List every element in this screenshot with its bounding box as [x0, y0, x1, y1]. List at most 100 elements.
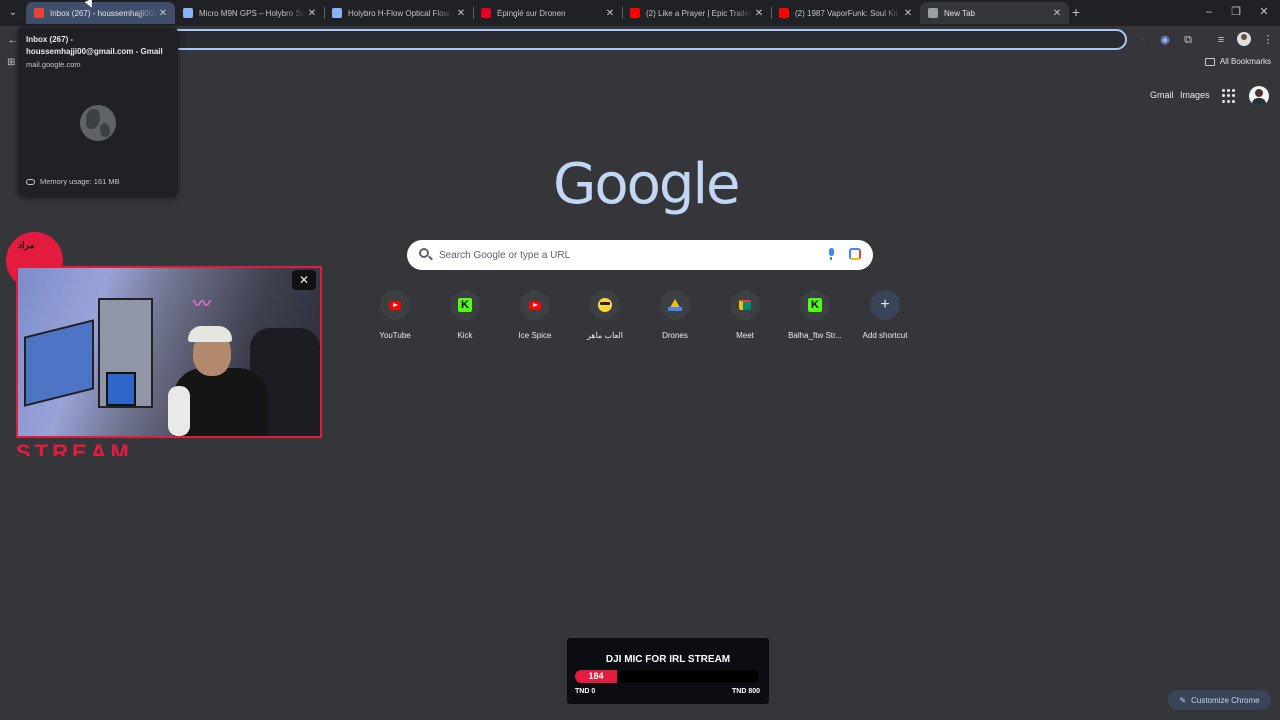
all-bookmarks-button[interactable]: All Bookmarks	[1204, 57, 1271, 66]
tab-close-icon[interactable]: ✕	[753, 8, 765, 19]
tab-0[interactable]: Inbox (267) - houssemhajji00@gmail.com -…	[26, 2, 175, 24]
donation-goal-widget: DJI MIC FOR IRL STREAM 184 TND 0 TND 800	[567, 638, 769, 704]
google-lens-icon[interactable]	[849, 248, 861, 260]
extensions-icon[interactable]: ⧉	[1180, 32, 1196, 48]
shortcut-5[interactable]: Meet	[710, 290, 780, 346]
pinterest-icon	[481, 8, 491, 18]
customize-chrome-button[interactable]: ✎ Customize Chrome	[1168, 690, 1271, 710]
search-box[interactable]	[407, 240, 873, 270]
shortcut-tile	[660, 290, 690, 320]
tab-4[interactable]: (2) Like a Prayer | Epic Trailer Ve ✕	[622, 2, 771, 24]
chrome-icon	[928, 8, 938, 18]
shortcut-tile	[590, 290, 620, 320]
tab-1[interactable]: Micro M9N GPS – Holybro Store ✕	[175, 2, 324, 24]
shortcut-7[interactable]: + Add shortcut	[850, 290, 920, 346]
shortcut-1[interactable]: K Kick	[430, 290, 500, 346]
google-apps-icon[interactable]	[1222, 89, 1236, 103]
goal-min-label: TND 0	[575, 688, 596, 695]
goal-progress-fill: 184	[575, 670, 617, 683]
tab-close-icon[interactable]: ✕	[455, 8, 467, 19]
toolbar: ← ● ◉ ⧉ ≡ ⋮	[0, 26, 1280, 54]
shortcut-0[interactable]: YouTube	[360, 290, 430, 346]
youtube-icon	[389, 300, 401, 310]
voice-search-icon[interactable]	[827, 248, 835, 262]
drive-icon	[668, 299, 682, 311]
shortcut-tile: K	[800, 290, 830, 320]
webcam-overlay-icon: ✕	[292, 270, 316, 290]
tab-title: Inbox (267) - houssemhajji00@gmail.com -…	[50, 8, 157, 18]
globe-icon	[80, 105, 116, 141]
tab-title: Épinglé sur Dronen	[497, 8, 566, 18]
shortcut-3[interactable]: العاب ماهر	[570, 290, 640, 346]
stream-banner-text: STREAM	[16, 440, 133, 457]
goal-current-value: 184	[588, 671, 604, 681]
close-window-button[interactable]: ✕	[1250, 3, 1278, 21]
shortcut-label: Add shortcut	[862, 331, 908, 340]
memory-icon	[26, 178, 35, 185]
webcam-pc-screen	[106, 372, 136, 406]
shortcut-label: Ice Spice	[518, 331, 552, 340]
youtube-icon	[630, 8, 640, 18]
tab-5[interactable]: (2) 1987 VaporFunk: Soul Kit ✕	[771, 2, 920, 24]
maximize-button[interactable]: ❐	[1222, 3, 1250, 21]
kick-icon: K	[808, 298, 822, 312]
youtube-icon	[779, 8, 789, 18]
search-input[interactable]	[439, 246, 819, 264]
tab-close-icon[interactable]: ✕	[1051, 8, 1063, 19]
menu-icon[interactable]: ⋮	[1260, 32, 1276, 48]
tab-3[interactable]: Épinglé sur Dronen ✕	[473, 2, 622, 24]
kick-icon: K	[458, 298, 472, 312]
tab-title: (2) Like a Prayer | Epic Trailer Ve	[646, 8, 753, 18]
google-logo: Google	[553, 152, 740, 217]
tab-cast-icon[interactable]: ●	[1135, 32, 1151, 48]
tab-close-icon[interactable]: ✕	[604, 8, 616, 19]
tab-title: (2) 1987 VaporFunk: Soul Kit	[795, 8, 898, 18]
shortcut-tile	[520, 290, 550, 320]
webcam-microphone	[168, 386, 190, 436]
plus-icon: +	[880, 296, 890, 313]
tab-title: Micro M9N GPS – Holybro Store	[199, 8, 306, 18]
emoji-icon	[598, 298, 612, 312]
shortcut-label: Balha_ftw Str...	[788, 331, 842, 340]
goal-max-label: TND 800	[731, 688, 760, 695]
minimize-button[interactable]: –	[1195, 3, 1223, 21]
tab-search-chevron-icon[interactable]: ⌄	[5, 5, 21, 21]
tab-title: Holybro H-Flow Optical Flow and	[348, 8, 455, 18]
tab-2[interactable]: Holybro H-Flow Optical Flow and ✕	[324, 2, 473, 24]
bookmarks-bar: ⊞ All Bookmarks	[0, 54, 1280, 72]
tab-title: New Tab	[944, 8, 975, 18]
stream-banner: STREAM	[16, 438, 246, 457]
apps-grid-icon[interactable]: ⊞	[7, 57, 15, 68]
stream-badge-text: مراد	[18, 240, 35, 250]
hover-card-memory: Memory usage: 161 MB	[26, 177, 120, 186]
new-tab-button[interactable]: +	[1068, 4, 1084, 20]
shortcut-label: Meet	[736, 331, 754, 340]
tab-close-icon[interactable]: ✕	[157, 8, 169, 19]
shortcut-tile: +	[870, 290, 900, 320]
tab-close-icon[interactable]: ✕	[306, 8, 318, 19]
shortcut-6[interactable]: K Balha_ftw Str...	[780, 290, 850, 346]
shortcut-2[interactable]: Ice Spice	[500, 290, 570, 346]
holybro-icon	[183, 8, 193, 18]
shortcut-label: Drones	[662, 331, 688, 340]
media-controls-icon[interactable]: ≡	[1213, 32, 1229, 48]
shortcut-tile	[380, 290, 410, 320]
gmail-link[interactable]: Gmail	[1150, 90, 1174, 100]
media-icon[interactable]: ◉	[1157, 32, 1173, 48]
tab-6[interactable]: New Tab ✕	[920, 2, 1069, 24]
tab-hover-card: Inbox (267) - houssemhajji00@gmail.com -…	[18, 27, 178, 196]
pencil-icon: ✎	[1179, 695, 1187, 705]
account-avatar[interactable]	[1249, 86, 1269, 106]
shortcut-label: Kick	[457, 331, 473, 340]
shortcut-4[interactable]: Drones	[640, 290, 710, 346]
images-link[interactable]: Images	[1180, 90, 1210, 100]
tab-close-icon[interactable]: ✕	[902, 8, 914, 19]
address-bar[interactable]	[162, 29, 1127, 50]
meet-icon	[739, 300, 751, 310]
memory-usage-label: Memory usage: 161 MB	[40, 177, 120, 186]
profile-avatar[interactable]	[1237, 32, 1251, 46]
all-bookmarks-label: All Bookmarks	[1219, 57, 1271, 66]
hover-card-title: Inbox (267) - houssemhajji00@gmail.com -…	[26, 35, 163, 56]
goal-title: DJI MIC FOR IRL STREAM	[605, 654, 731, 665]
hover-card-url: mail.google.com	[26, 60, 81, 69]
